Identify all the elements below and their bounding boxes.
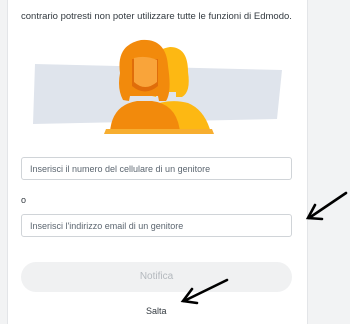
arrow-to-skip-link bbox=[180, 278, 229, 305]
annotation-arrows bbox=[180, 191, 348, 305]
arrow-to-email-field bbox=[305, 191, 348, 221]
